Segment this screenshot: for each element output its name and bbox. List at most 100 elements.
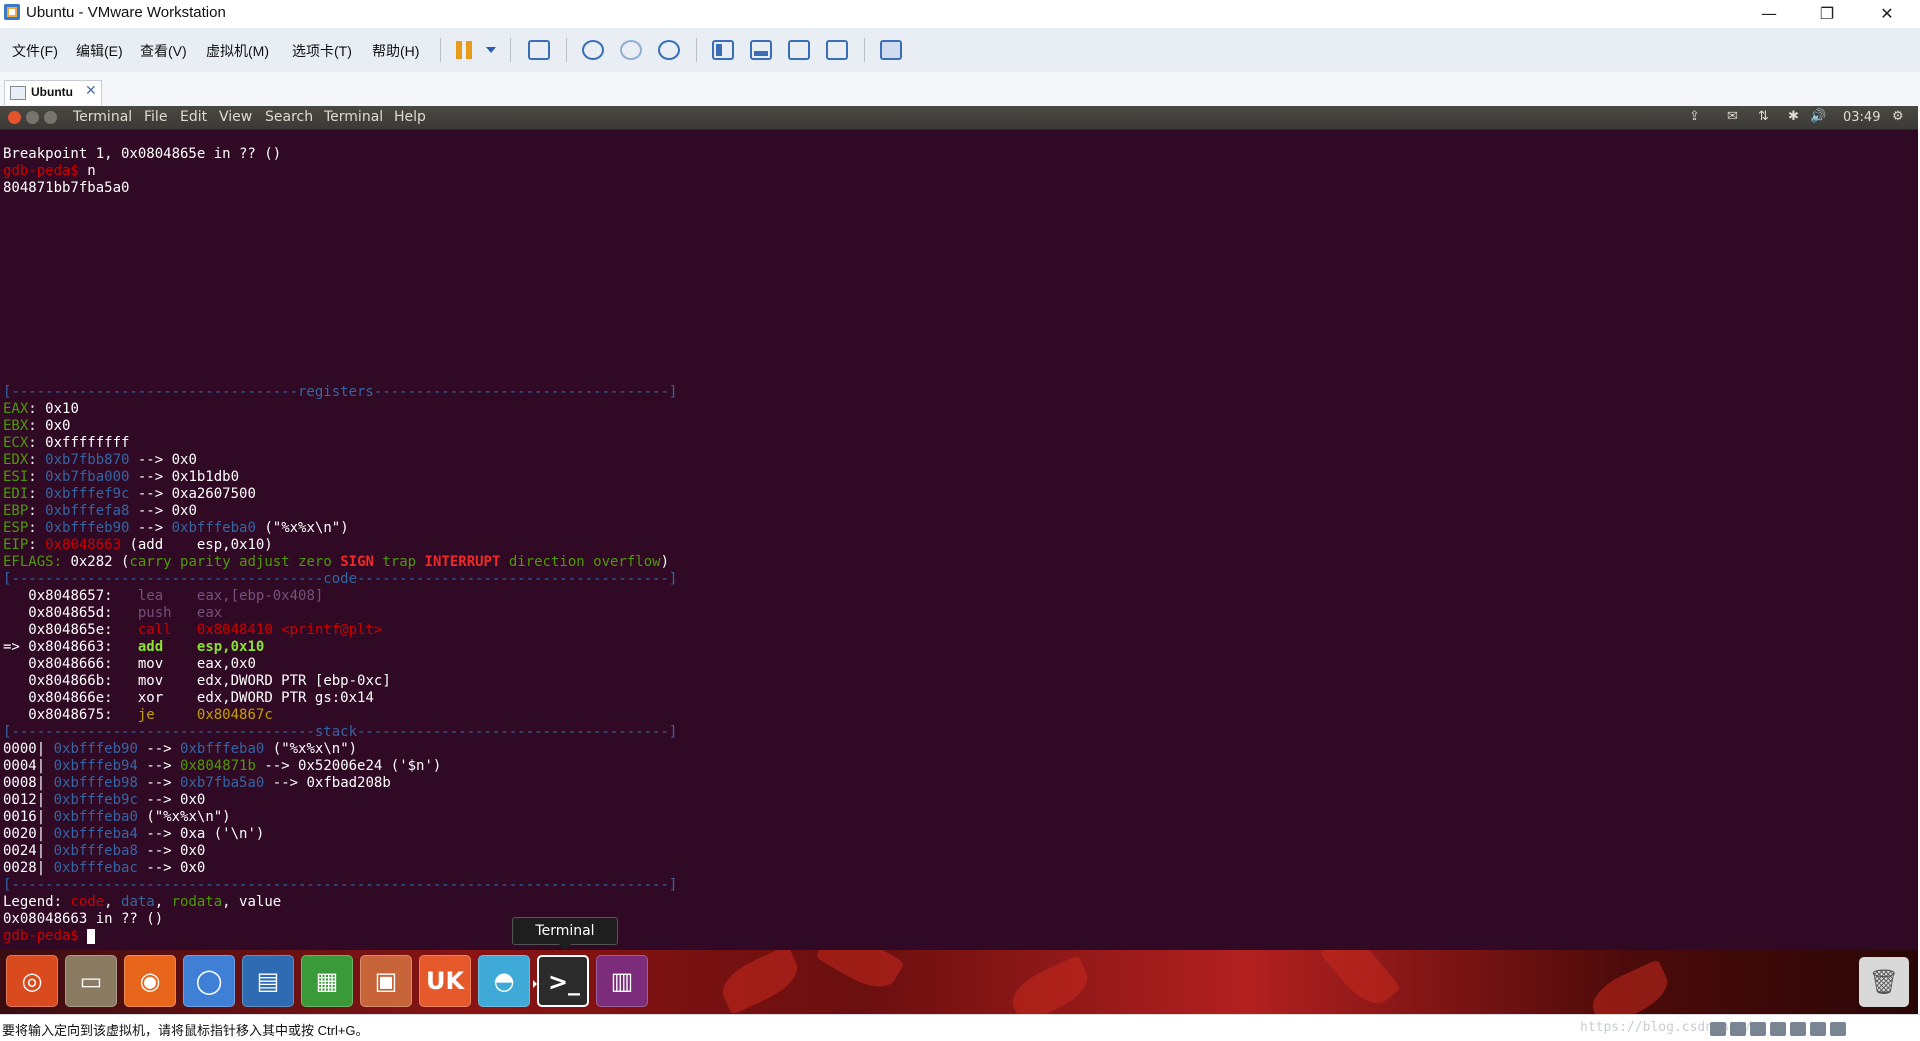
guest-menu-terminal[interactable]: Terminal (324, 109, 383, 125)
terminal-maximize-button[interactable] (44, 111, 57, 124)
stack-ptr: 0x804871b (180, 758, 256, 774)
legend-label: Legend: (3, 894, 71, 910)
guest-menu-help[interactable]: Help (394, 109, 426, 125)
code-opcode: je (112, 707, 197, 723)
display-icon[interactable] (1830, 1022, 1846, 1036)
code-args: 0x8048410 <printf@plt> (196, 622, 383, 638)
code-banner: [-------------------------------------co… (3, 571, 1903, 588)
end-banner: [---------------------------------------… (3, 877, 1903, 894)
chromium-icon[interactable]: ◯ (183, 955, 235, 1007)
register-eip: EIP: 0x8048663 (add esp,0x10) (3, 537, 1903, 554)
writer-icon[interactable]: ▤ (242, 955, 294, 1007)
power-dropdown-icon[interactable] (486, 47, 496, 53)
tab-close-icon[interactable]: ✕ (85, 83, 97, 99)
thumbnail-bar-icon[interactable] (750, 40, 772, 60)
banner-text: [-------------------------------------co… (3, 571, 678, 587)
code-line: 0x8048657: lea eax,[ebp-0x408] (3, 588, 1903, 605)
menu-file[interactable]: 文件(F) (12, 41, 58, 61)
guest-menu-edit[interactable]: Edit (180, 109, 207, 125)
sound-indicator-icon[interactable]: 🔊 (1810, 109, 1826, 124)
register-ecx: ECX: 0xffffffff (3, 435, 1903, 452)
toolbar-separator (864, 38, 865, 62)
register-deref: --> 0xa2607500 (129, 486, 256, 502)
console-view-icon[interactable] (880, 40, 902, 60)
fullscreen-icon[interactable] (788, 40, 810, 60)
tab-ubuntu[interactable]: Ubuntu ✕ (4, 80, 102, 105)
code-opcode: push (112, 605, 197, 621)
workspace-switcher-icon[interactable]: ▥ (596, 955, 648, 1007)
breakpoint-line: Breakpoint 1, 0x0804865e in ?? () (3, 146, 1903, 163)
unity-icon[interactable] (826, 40, 848, 60)
stack-deref: --> 0x0 (137, 843, 206, 859)
tile-glyph: ▦ (315, 967, 339, 995)
menu-vm[interactable]: 虚拟机(M) (206, 41, 269, 61)
menu-help[interactable]: 帮助(H) (372, 41, 419, 61)
impress-icon[interactable]: ▣ (360, 955, 412, 1007)
terminal-minimize-button[interactable] (26, 111, 39, 124)
calc-icon[interactable]: ▦ (301, 955, 353, 1007)
tile-glyph: ◉ (139, 967, 161, 995)
vm-icon (10, 86, 26, 100)
code-line: 0x8048666: mov eax,0x0 (3, 656, 1903, 673)
stack-ptr: 0xbfffeba0 (180, 741, 265, 757)
bluetooth-indicator-icon[interactable]: ✱ (1788, 109, 1799, 124)
legend-line: Legend: code, data, rodata, value (3, 894, 1903, 911)
eflags-value: 0x282 ( (62, 554, 130, 570)
messaging-indicator-icon[interactable]: ✉ (1727, 109, 1738, 124)
ubuntu-dash-icon[interactable]: ◎ (6, 955, 58, 1007)
stack-offset: 0012| (3, 792, 46, 808)
sep: : (28, 469, 46, 485)
banner-text: [----------------------------------regis… (3, 384, 678, 400)
menu-tabs[interactable]: 选项卡(T) (292, 41, 352, 61)
snapshot-revert-icon[interactable] (620, 40, 642, 60)
terminal-output[interactable]: Breakpoint 1, 0x0804865e in ?? () gdb-ped… (3, 146, 1903, 945)
stack-offset: 0028| (3, 860, 46, 876)
terminal-close-button[interactable] (8, 111, 21, 124)
register-name: ESI (3, 469, 29, 485)
clock[interactable]: 03:49 (1843, 110, 1880, 125)
network-indicator-icon[interactable]: ⇅ (1758, 109, 1769, 124)
code-args: edx,DWORD PTR [ebp-0xc] (196, 673, 391, 689)
hdd-icon[interactable] (1710, 1022, 1726, 1036)
stack-deref: --> 0x52006e24 ('$n') (255, 758, 442, 774)
register-value: 0x8048663 (45, 537, 122, 553)
snapshot-take-icon[interactable] (582, 40, 604, 60)
guest-display[interactable]: Terminal File Edit View Search Terminal … (0, 106, 1918, 1014)
legend-code: code (70, 894, 105, 910)
eflags-close: ) (660, 554, 670, 570)
usb-icon[interactable] (1770, 1022, 1786, 1036)
register-ptr: 0xbfffeba0 (171, 520, 256, 536)
files-icon[interactable]: ▭ (65, 955, 117, 1007)
software-center-icon[interactable]: UK (419, 955, 471, 1007)
keyboard-indicator-icon[interactable]: ⇪ (1689, 109, 1700, 124)
pause-icon[interactable] (456, 41, 474, 59)
snapshot-manager-icon[interactable] (658, 40, 680, 60)
flag-overflow: overflow (593, 554, 661, 570)
cdrom-icon[interactable] (1730, 1022, 1746, 1036)
register-deref: --> 0x1b1db0 (129, 469, 240, 485)
firefox-icon[interactable]: ◉ (124, 955, 176, 1007)
menu-view[interactable]: 查看(V) (140, 41, 187, 61)
guest-menu-terminal-app[interactable]: Terminal (73, 109, 132, 125)
stack-line: 0016| 0xbfffeba0 ("%x%x\n") (3, 809, 1903, 826)
terminal-icon[interactable]: >_ (533, 955, 589, 1007)
printer-icon[interactable] (1810, 1022, 1826, 1036)
amazon-icon[interactable]: ◓ (478, 955, 530, 1007)
restore-button[interactable]: ❐ (1798, 0, 1856, 28)
guest-menu-view[interactable]: View (219, 109, 252, 125)
menu-edit[interactable]: 编辑(E) (76, 41, 123, 61)
trash-icon[interactable]: 🗑 (1859, 957, 1909, 1007)
sidebar-toggle-icon[interactable] (712, 40, 734, 60)
system-gear-icon[interactable]: ⚙ (1892, 109, 1904, 124)
close-button[interactable]: ✕ (1858, 0, 1916, 28)
network-adapter-icon[interactable] (1750, 1022, 1766, 1036)
sound-card-icon[interactable] (1790, 1022, 1806, 1036)
guest-menu-file[interactable]: File (144, 109, 167, 125)
minimize-button[interactable]: — (1740, 0, 1798, 28)
stack-line: 0004| 0xbfffeb94 --> 0x804871b --> 0x520… (3, 758, 1903, 775)
code-args: eax (196, 605, 223, 621)
guest-menu-search[interactable]: Search (265, 109, 313, 125)
flag-adjust: adjust (239, 554, 290, 570)
send-ctrl-alt-del-icon[interactable] (528, 40, 550, 60)
